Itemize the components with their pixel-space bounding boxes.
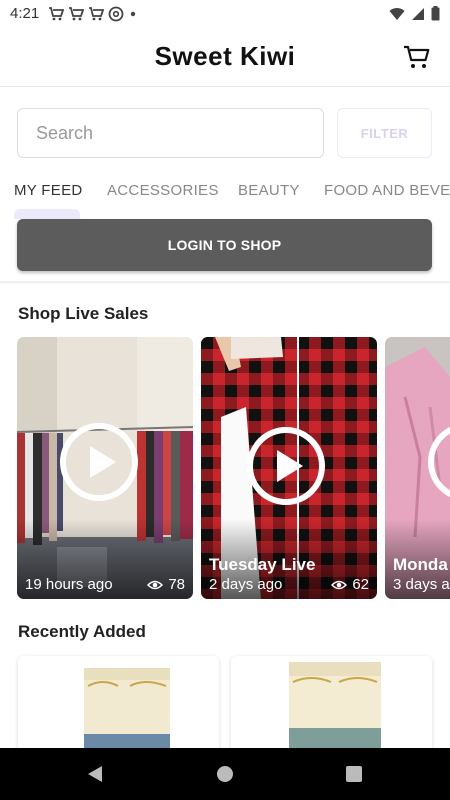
wifi-icon	[389, 7, 405, 20]
at-sign-icon	[108, 6, 124, 22]
dot-icon	[130, 11, 136, 17]
card-time: 19 hours ago	[25, 576, 113, 593]
system-icons	[389, 6, 440, 21]
cart-button[interactable]	[402, 42, 432, 72]
cart-icon	[404, 45, 430, 68]
recently-added-title: Recently Added	[18, 622, 146, 641]
tab-beauty[interactable]: BEAUTY	[238, 182, 300, 199]
tab-my-feed[interactable]: MY FEED	[14, 182, 83, 199]
category-tabs: MY FEED ACCESSORIES BEAUTY FOOD AND BEVE	[0, 172, 450, 212]
battery-icon	[431, 6, 440, 21]
product-card[interactable]	[18, 656, 219, 756]
live-sales-title: Shop Live Sales	[18, 304, 149, 323]
home-icon[interactable]	[216, 765, 234, 783]
view-count: 78	[168, 576, 185, 593]
card-time: 2 days ago	[209, 576, 283, 593]
divider	[0, 281, 450, 284]
cart-notification-icon	[89, 7, 104, 21]
live-sale-card[interactable]: Monda 3 days a	[385, 337, 450, 599]
card-title: Monda	[393, 555, 448, 574]
product-image	[289, 662, 381, 756]
tab-food-and-beverage[interactable]: FOOD AND BEVE	[324, 182, 450, 199]
card-views: 62	[331, 576, 369, 593]
notification-icons	[48, 6, 138, 22]
app-header: Sweet Kiwi	[0, 28, 450, 87]
system-nav-bar	[0, 748, 450, 800]
login-to-shop-button[interactable]: LOGIN TO SHOP	[17, 219, 432, 271]
live-sale-card[interactable]: Tuesday Live 2 days ago 62	[201, 337, 377, 599]
back-icon[interactable]	[86, 765, 104, 783]
recents-icon[interactable]	[346, 766, 362, 782]
product-image	[84, 668, 170, 756]
view-count: 62	[352, 576, 369, 593]
status-bar: 4:21	[0, 0, 450, 28]
card-time: 3 days a	[393, 576, 450, 593]
signal-icon	[412, 7, 424, 20]
cart-notification-icon	[49, 7, 64, 21]
tab-accessories[interactable]: ACCESSORIES	[107, 182, 219, 199]
search-input[interactable]	[17, 108, 324, 158]
app-title: Sweet Kiwi	[154, 41, 296, 71]
filter-button[interactable]: FILTER	[337, 108, 432, 158]
cart-notification-icon	[69, 7, 84, 21]
product-card[interactable]	[231, 656, 432, 756]
eye-icon	[331, 580, 348, 589]
active-tab-indicator	[14, 209, 80, 219]
card-title: Tuesday Live	[209, 555, 316, 574]
play-icon	[60, 423, 138, 501]
status-time: 4:21	[10, 5, 40, 22]
card-views: 78	[147, 576, 185, 593]
play-icon	[247, 427, 325, 505]
eye-icon	[147, 580, 164, 589]
live-sale-card[interactable]: 19 hours ago 78	[17, 337, 193, 599]
